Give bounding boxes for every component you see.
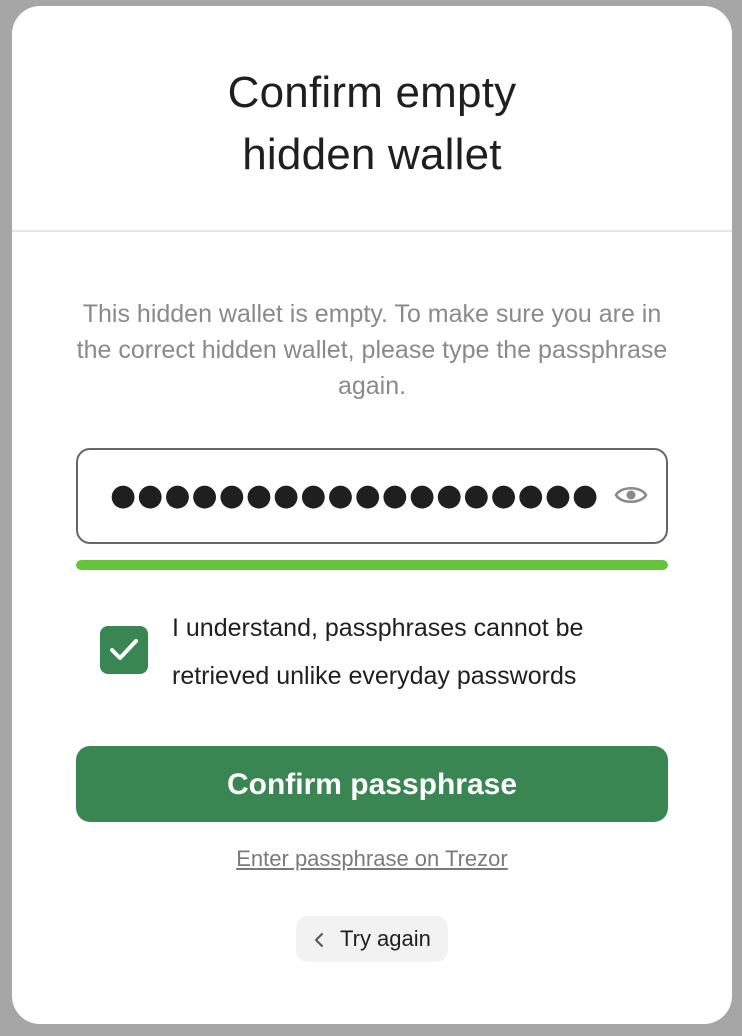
modal-description: This hidden wallet is empty. To make sur… (76, 300, 668, 400)
confirm-passphrase-button[interactable]: Confirm passphrase (76, 746, 668, 822)
modal-title: Confirm empty hidden wallet (12, 62, 732, 186)
title-line-1: Confirm empty (227, 68, 517, 117)
eye-icon[interactable] (614, 480, 648, 510)
chevron-left-icon (315, 933, 323, 947)
title-line-2: hidden wallet (242, 130, 502, 179)
passphrase-strength-fill (76, 560, 668, 570)
passphrase-strength-bar (76, 560, 668, 570)
passphrase-input[interactable]: ●●●●●●●●●●●●●●●●●● (76, 448, 668, 544)
understand-checkbox[interactable] (100, 626, 148, 674)
header-divider (12, 230, 732, 232)
try-again-button[interactable]: Try again (296, 916, 448, 962)
enter-on-trezor-link[interactable]: Enter passphrase on Trezor (12, 844, 732, 874)
checkmark-icon (110, 639, 138, 660)
understand-checkbox-label[interactable]: I understand, passphrases cannot be retr… (172, 604, 672, 700)
try-again-label: Try again (340, 926, 431, 951)
confirm-hidden-wallet-modal: Confirm empty hidden wallet This hidden … (12, 6, 732, 1024)
passphrase-masked-value: ●●●●●●●●●●●●●●●●●● (110, 478, 600, 513)
